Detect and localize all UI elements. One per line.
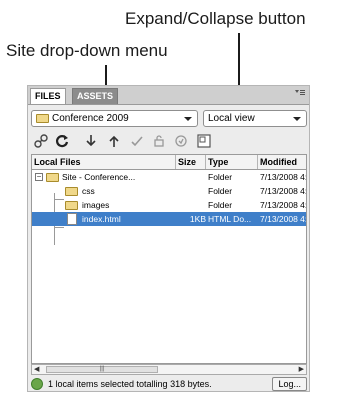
table-row[interactable]: images Folder 7/13/2008 4:1 bbox=[32, 198, 306, 212]
file-type: Folder bbox=[208, 172, 233, 182]
view-dropdown[interactable]: Local view bbox=[203, 110, 307, 127]
refresh-icon[interactable] bbox=[54, 133, 70, 149]
html-file-icon bbox=[67, 213, 77, 225]
file-type: Folder bbox=[208, 186, 233, 196]
file-modified: 7/13/2008 4:1 bbox=[260, 186, 306, 196]
file-name: css bbox=[82, 186, 95, 196]
table-row-selected[interactable]: index.html 1KB HTML Do... 7/13/2008 4: bbox=[32, 212, 306, 226]
local-files-list: Local Files Size Type Modified − Site - … bbox=[31, 154, 307, 364]
column-header-size[interactable]: Size bbox=[176, 155, 206, 169]
expand-collapse-icon[interactable] bbox=[196, 133, 212, 149]
status-bar: 1 local items selected totalling 318 byt… bbox=[31, 377, 307, 391]
scrollbar-thumb[interactable]: ||| bbox=[46, 366, 158, 373]
file-size: 1KB bbox=[189, 214, 206, 224]
put-files-icon[interactable] bbox=[106, 133, 122, 149]
table-row[interactable]: − Site - Conference... Folder 7/13/2008 … bbox=[32, 170, 306, 184]
file-name: index.html bbox=[82, 214, 121, 224]
expand-collapse-callout: Expand/Collapse button bbox=[125, 9, 306, 28]
folder-icon bbox=[65, 201, 78, 210]
tab-assets[interactable]: ASSETS bbox=[72, 88, 119, 104]
collapse-toggle-icon[interactable]: − bbox=[35, 173, 43, 181]
chevron-down-icon bbox=[184, 117, 192, 121]
tab-files[interactable]: FILES bbox=[30, 88, 66, 104]
column-header-local-files[interactable]: Local Files bbox=[32, 155, 176, 169]
files-panel: FILES ASSETS Conference 2009 Local view bbox=[27, 85, 310, 392]
folder-icon bbox=[46, 173, 59, 182]
column-headers: Local Files Size Type Modified bbox=[32, 155, 306, 170]
column-header-type[interactable]: Type bbox=[206, 155, 258, 169]
status-icon bbox=[31, 378, 43, 390]
get-files-icon[interactable] bbox=[83, 133, 99, 149]
site-folder-icon bbox=[36, 114, 49, 123]
log-button[interactable]: Log... bbox=[272, 377, 307, 391]
scroll-right-arrow-icon[interactable]: ▶ bbox=[299, 366, 304, 374]
file-type: HTML Do... bbox=[208, 214, 252, 224]
chevron-down-icon bbox=[293, 117, 301, 121]
panel-tab-bar: FILES ASSETS bbox=[28, 86, 309, 105]
check-in-icon[interactable] bbox=[151, 133, 167, 149]
status-text: 1 local items selected totalling 318 byt… bbox=[48, 379, 212, 389]
file-name: Site - Conference... bbox=[62, 172, 136, 182]
view-dropdown-value: Local view bbox=[208, 113, 255, 124]
site-dropdown-value: Conference 2009 bbox=[52, 113, 129, 124]
check-out-icon[interactable] bbox=[129, 133, 145, 149]
folder-icon bbox=[65, 187, 78, 196]
file-modified: 7/13/2008 4: bbox=[260, 214, 306, 224]
panel-options-menu-icon[interactable] bbox=[295, 89, 305, 97]
file-type: Folder bbox=[208, 200, 233, 210]
site-dropdown[interactable]: Conference 2009 bbox=[31, 110, 198, 127]
files-toolbar bbox=[31, 133, 306, 151]
column-header-modified[interactable]: Modified bbox=[258, 155, 306, 169]
file-modified: 7/13/2008 4:1 bbox=[260, 200, 306, 210]
file-modified: 7/13/2008 4:1 bbox=[260, 172, 306, 182]
connect-icon[interactable] bbox=[33, 133, 49, 149]
tree-guide-line bbox=[54, 227, 64, 228]
table-row[interactable]: css Folder 7/13/2008 4:1 bbox=[32, 184, 306, 198]
horizontal-scrollbar[interactable]: ◀ ||| ▶ bbox=[31, 364, 307, 375]
site-menu-callout: Site drop-down menu bbox=[6, 41, 168, 60]
file-name: images bbox=[82, 200, 110, 210]
scroll-left-arrow-icon[interactable]: ◀ bbox=[34, 366, 39, 374]
sync-icon[interactable] bbox=[173, 133, 189, 149]
